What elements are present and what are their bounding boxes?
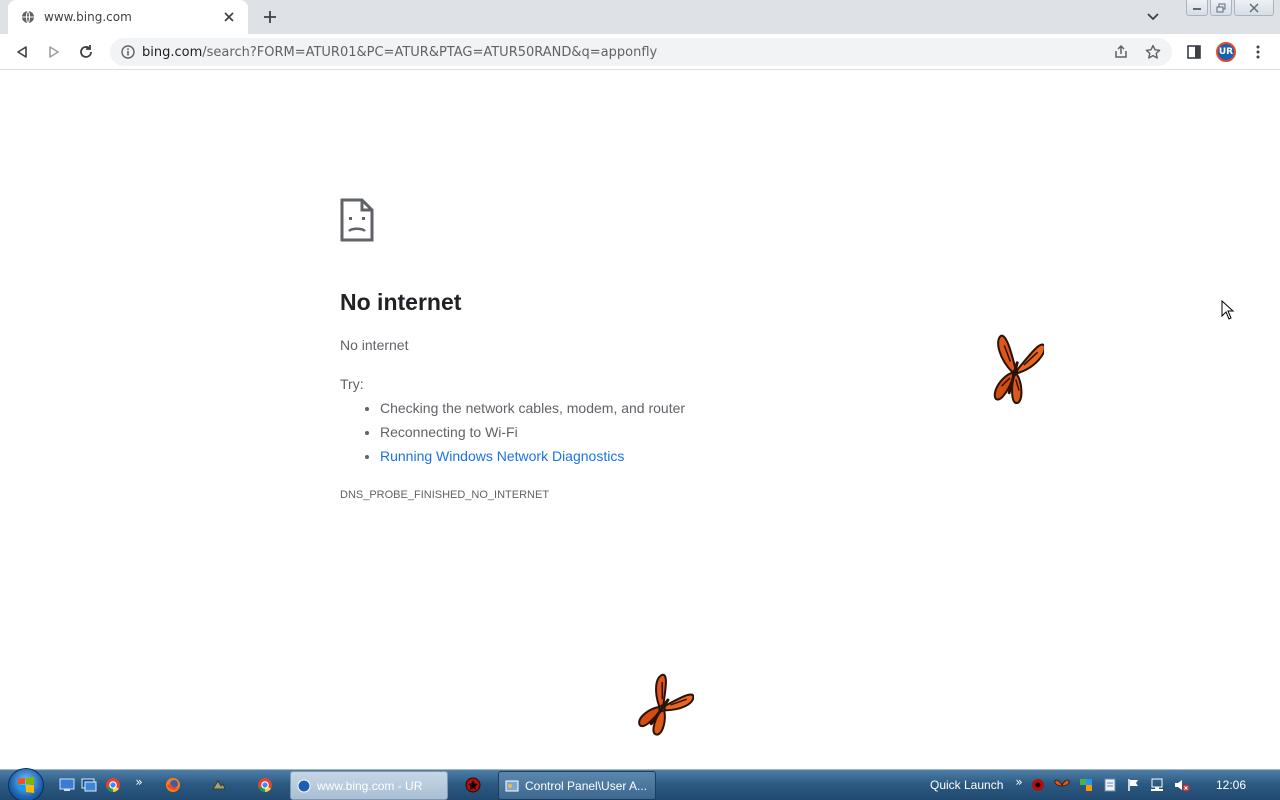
tab-title: www.bing.com (44, 10, 132, 24)
back-arrow-icon[interactable] (10, 40, 34, 64)
butterfly-tray-icon[interactable] (1054, 777, 1070, 793)
minimize-button[interactable] (1186, 0, 1208, 16)
action-center-flag-icon[interactable] (1126, 777, 1142, 793)
list-item: Reconnecting to Wi-Fi (380, 423, 685, 447)
profile-avatar[interactable]: UR (1214, 40, 1238, 64)
network-app-icon[interactable] (1078, 777, 1094, 793)
window-controls (1186, 0, 1274, 16)
chrome-icon[interactable] (104, 776, 122, 794)
tab-bing[interactable]: www.bing.com (8, 0, 248, 34)
quick-launch-label: Quick Launch (930, 778, 1004, 792)
taskbar: » www.bing.com - UR Control Panel\User A… (0, 768, 1280, 800)
app-tray-icon[interactable] (1030, 777, 1046, 793)
side-panel-icon[interactable] (1182, 40, 1206, 64)
try-label: Try: (340, 376, 364, 392)
switch-windows-icon[interactable] (80, 776, 98, 794)
document-icon[interactable] (1102, 777, 1118, 793)
firefox-icon[interactable] (164, 776, 182, 794)
list-item: Running Windows Network Diagnostics (380, 447, 685, 471)
reload-icon[interactable] (74, 40, 98, 64)
tab-search-chevron-icon[interactable] (1142, 7, 1164, 27)
address-url: bing.com/search?FORM=ATUR01&PC=ATUR&PTAG… (142, 44, 658, 60)
taskbar-item-browser[interactable]: www.bing.com - UR (290, 771, 448, 800)
menu-kebab-icon[interactable] (1246, 40, 1270, 64)
address-bar[interactable]: bing.com/search?FORM=ATUR01&PC=ATUR&PTAG… (110, 38, 1172, 66)
error-page: No internet No internet Try: Checking th… (0, 71, 1280, 769)
info-icon[interactable] (120, 44, 136, 60)
error-title: No internet (340, 289, 462, 315)
close-tab-icon[interactable] (220, 8, 238, 26)
sad-page-icon (340, 198, 374, 242)
start-button[interactable] (8, 768, 44, 800)
close-window-button[interactable] (1234, 0, 1274, 16)
list-item: Checking the network cables, modem, and … (380, 399, 685, 423)
mouse-cursor-icon (1221, 299, 1235, 324)
tab-strip: www.bing.com (0, 0, 1280, 34)
volume-muted-icon[interactable] (1174, 777, 1190, 793)
network-icon[interactable] (1150, 777, 1166, 793)
share-icon[interactable] (1110, 42, 1132, 62)
restore-button[interactable] (1210, 0, 1232, 16)
bookmark-star-icon[interactable] (1142, 42, 1164, 62)
quick-launch-chevron[interactable]: » (130, 773, 148, 791)
new-tab-button[interactable] (258, 6, 282, 28)
address-actions (1110, 42, 1164, 62)
app-icon[interactable] (464, 776, 482, 794)
error-subtitle: No internet (340, 337, 409, 353)
network-diagnostics-link[interactable]: Running Windows Network Diagnostics (380, 448, 624, 464)
system-clock: 12:06 (1216, 778, 1247, 792)
taskbar-item-control-panel[interactable]: Control Panel\User A... (498, 771, 656, 800)
chrome-icon[interactable] (256, 776, 274, 794)
forward-arrow-icon[interactable] (42, 40, 66, 64)
browser-window: www.bing.com bing.com/search?FORM=ATUR01… (0, 0, 1280, 800)
app-icon[interactable] (210, 776, 228, 794)
quick-launch-chevron[interactable]: » (1010, 773, 1028, 791)
globe-icon (20, 9, 36, 25)
browser-toolbar: bing.com/search?FORM=ATUR01&PC=ATUR&PTAG… (0, 34, 1280, 70)
error-code: DNS_PROBE_FINISHED_NO_INTERNET (340, 489, 550, 501)
show-desktop-icon[interactable] (58, 776, 76, 794)
suggestion-list: Checking the network cables, modem, and … (380, 399, 685, 471)
butterfly-icon (632, 667, 695, 751)
butterfly-icon (986, 329, 1046, 417)
